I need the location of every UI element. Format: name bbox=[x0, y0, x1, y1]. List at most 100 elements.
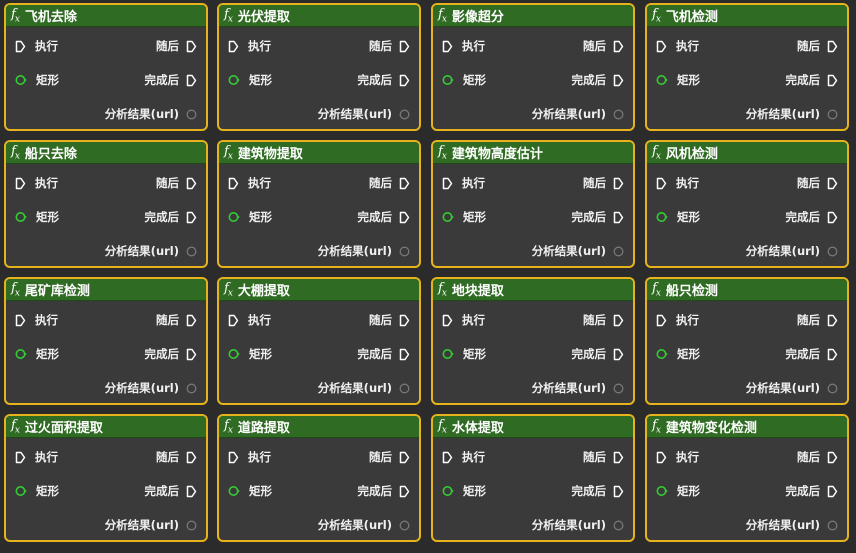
rect-input-pin[interactable]: 矩形 bbox=[15, 346, 59, 362]
execution-pin-icon[interactable] bbox=[15, 177, 26, 190]
completed-output-pin[interactable]: 完成后 bbox=[572, 72, 625, 88]
execution-pin-icon[interactable] bbox=[656, 177, 667, 190]
result-url-output-pin[interactable]: 分析结果(url) bbox=[318, 517, 410, 533]
completed-output-pin[interactable]: 完成后 bbox=[358, 209, 411, 225]
function-node[interactable]: fx 大棚提取 执行 随后 矩形 完成后 分析结果(url) bbox=[217, 277, 421, 405]
then-output-pin[interactable]: 随后 bbox=[369, 312, 410, 328]
result-url-output-pin[interactable]: 分析结果(url) bbox=[318, 380, 410, 396]
completed-output-pin[interactable]: 完成后 bbox=[786, 483, 839, 499]
execution-pin-icon[interactable] bbox=[613, 74, 624, 87]
data-pin-circle-icon[interactable] bbox=[15, 485, 27, 497]
result-url-output-pin[interactable]: 分析结果(url) bbox=[532, 380, 624, 396]
data-pin-circle-icon[interactable] bbox=[228, 74, 240, 86]
completed-output-pin[interactable]: 完成后 bbox=[145, 483, 198, 499]
data-pin-circle-icon[interactable] bbox=[15, 211, 27, 223]
function-node[interactable]: fx 地块提取 执行 随后 矩形 完成后 分析结果(url) bbox=[431, 277, 635, 405]
then-output-pin[interactable]: 随后 bbox=[156, 449, 197, 465]
data-pin-circle-icon[interactable] bbox=[15, 348, 27, 360]
function-node[interactable]: fx 光伏提取 执行 随后 矩形 完成后 分析结果(url) bbox=[217, 3, 421, 131]
function-node[interactable]: fx 尾矿库检测 执行 随后 矩形 完成后 分析结果(url) bbox=[4, 277, 208, 405]
exec-input-pin[interactable]: 执行 bbox=[228, 449, 271, 465]
output-pin-circle-icon[interactable] bbox=[399, 246, 410, 257]
execution-pin-icon[interactable] bbox=[613, 177, 624, 190]
data-pin-circle-icon[interactable] bbox=[656, 485, 668, 497]
exec-input-pin[interactable]: 执行 bbox=[442, 312, 485, 328]
data-pin-circle-icon[interactable] bbox=[228, 485, 240, 497]
node-header[interactable]: fx 水体提取 bbox=[433, 416, 633, 438]
rect-input-pin[interactable]: 矩形 bbox=[442, 483, 486, 499]
execution-pin-icon[interactable] bbox=[228, 314, 239, 327]
execution-pin-icon[interactable] bbox=[442, 451, 453, 464]
then-output-pin[interactable]: 随后 bbox=[583, 38, 624, 54]
output-pin-circle-icon[interactable] bbox=[186, 109, 197, 120]
output-pin-circle-icon[interactable] bbox=[827, 383, 838, 394]
execution-pin-icon[interactable] bbox=[186, 451, 197, 464]
result-url-output-pin[interactable]: 分析结果(url) bbox=[105, 106, 197, 122]
data-pin-circle-icon[interactable] bbox=[656, 74, 668, 86]
exec-input-pin[interactable]: 执行 bbox=[442, 449, 485, 465]
node-header[interactable]: fx 建筑物高度估计 bbox=[433, 142, 633, 164]
execution-pin-icon[interactable] bbox=[613, 485, 624, 498]
completed-output-pin[interactable]: 完成后 bbox=[786, 346, 839, 362]
execution-pin-icon[interactable] bbox=[613, 211, 624, 224]
rect-input-pin[interactable]: 矩形 bbox=[656, 483, 700, 499]
execution-pin-icon[interactable] bbox=[399, 74, 410, 87]
function-node[interactable]: fx 过火面积提取 执行 随后 矩形 完成后 分析结果(url) bbox=[4, 414, 208, 542]
output-pin-circle-icon[interactable] bbox=[186, 520, 197, 531]
then-output-pin[interactable]: 随后 bbox=[156, 175, 197, 191]
rect-input-pin[interactable]: 矩形 bbox=[15, 72, 59, 88]
execution-pin-icon[interactable] bbox=[827, 451, 838, 464]
execution-pin-icon[interactable] bbox=[656, 314, 667, 327]
rect-input-pin[interactable]: 矩形 bbox=[442, 209, 486, 225]
execution-pin-icon[interactable] bbox=[613, 451, 624, 464]
data-pin-circle-icon[interactable] bbox=[442, 485, 454, 497]
data-pin-circle-icon[interactable] bbox=[228, 211, 240, 223]
node-header[interactable]: fx 船只去除 bbox=[6, 142, 206, 164]
result-url-output-pin[interactable]: 分析结果(url) bbox=[532, 243, 624, 259]
node-header[interactable]: fx 过火面积提取 bbox=[6, 416, 206, 438]
completed-output-pin[interactable]: 完成后 bbox=[145, 209, 198, 225]
exec-input-pin[interactable]: 执行 bbox=[15, 449, 58, 465]
then-output-pin[interactable]: 随后 bbox=[156, 312, 197, 328]
exec-input-pin[interactable]: 执行 bbox=[656, 449, 699, 465]
execution-pin-icon[interactable] bbox=[186, 177, 197, 190]
output-pin-circle-icon[interactable] bbox=[827, 520, 838, 531]
then-output-pin[interactable]: 随后 bbox=[583, 312, 624, 328]
then-output-pin[interactable]: 随后 bbox=[156, 38, 197, 54]
rect-input-pin[interactable]: 矩形 bbox=[15, 209, 59, 225]
function-node[interactable]: fx 建筑物变化检测 执行 随后 矩形 完成后 分析结果(url) bbox=[645, 414, 849, 542]
execution-pin-icon[interactable] bbox=[827, 177, 838, 190]
node-header[interactable]: fx 飞机去除 bbox=[6, 5, 206, 27]
completed-output-pin[interactable]: 完成后 bbox=[145, 72, 198, 88]
execution-pin-icon[interactable] bbox=[399, 451, 410, 464]
node-graph-canvas[interactable]: fx 飞机去除 执行 随后 矩形 完成后 分析结果(url) fx 光伏提取 执… bbox=[0, 0, 856, 553]
output-pin-circle-icon[interactable] bbox=[399, 109, 410, 120]
node-header[interactable]: fx 船只检测 bbox=[647, 279, 847, 301]
rect-input-pin[interactable]: 矩形 bbox=[15, 483, 59, 499]
execution-pin-icon[interactable] bbox=[656, 40, 667, 53]
completed-output-pin[interactable]: 完成后 bbox=[786, 72, 839, 88]
data-pin-circle-icon[interactable] bbox=[442, 74, 454, 86]
result-url-output-pin[interactable]: 分析结果(url) bbox=[318, 106, 410, 122]
then-output-pin[interactable]: 随后 bbox=[369, 38, 410, 54]
execution-pin-icon[interactable] bbox=[399, 177, 410, 190]
result-url-output-pin[interactable]: 分析结果(url) bbox=[318, 243, 410, 259]
result-url-output-pin[interactable]: 分析结果(url) bbox=[105, 243, 197, 259]
rect-input-pin[interactable]: 矩形 bbox=[228, 72, 272, 88]
execution-pin-icon[interactable] bbox=[442, 177, 453, 190]
rect-input-pin[interactable]: 矩形 bbox=[656, 72, 700, 88]
output-pin-circle-icon[interactable] bbox=[613, 109, 624, 120]
execution-pin-icon[interactable] bbox=[827, 211, 838, 224]
node-header[interactable]: fx 道路提取 bbox=[219, 416, 419, 438]
execution-pin-icon[interactable] bbox=[186, 348, 197, 361]
then-output-pin[interactable]: 随后 bbox=[797, 312, 838, 328]
result-url-output-pin[interactable]: 分析结果(url) bbox=[746, 243, 838, 259]
exec-input-pin[interactable]: 执行 bbox=[656, 312, 699, 328]
exec-input-pin[interactable]: 执行 bbox=[15, 38, 58, 54]
execution-pin-icon[interactable] bbox=[827, 40, 838, 53]
node-header[interactable]: fx 尾矿库检测 bbox=[6, 279, 206, 301]
result-url-output-pin[interactable]: 分析结果(url) bbox=[105, 380, 197, 396]
execution-pin-icon[interactable] bbox=[228, 40, 239, 53]
output-pin-circle-icon[interactable] bbox=[613, 520, 624, 531]
result-url-output-pin[interactable]: 分析结果(url) bbox=[105, 517, 197, 533]
